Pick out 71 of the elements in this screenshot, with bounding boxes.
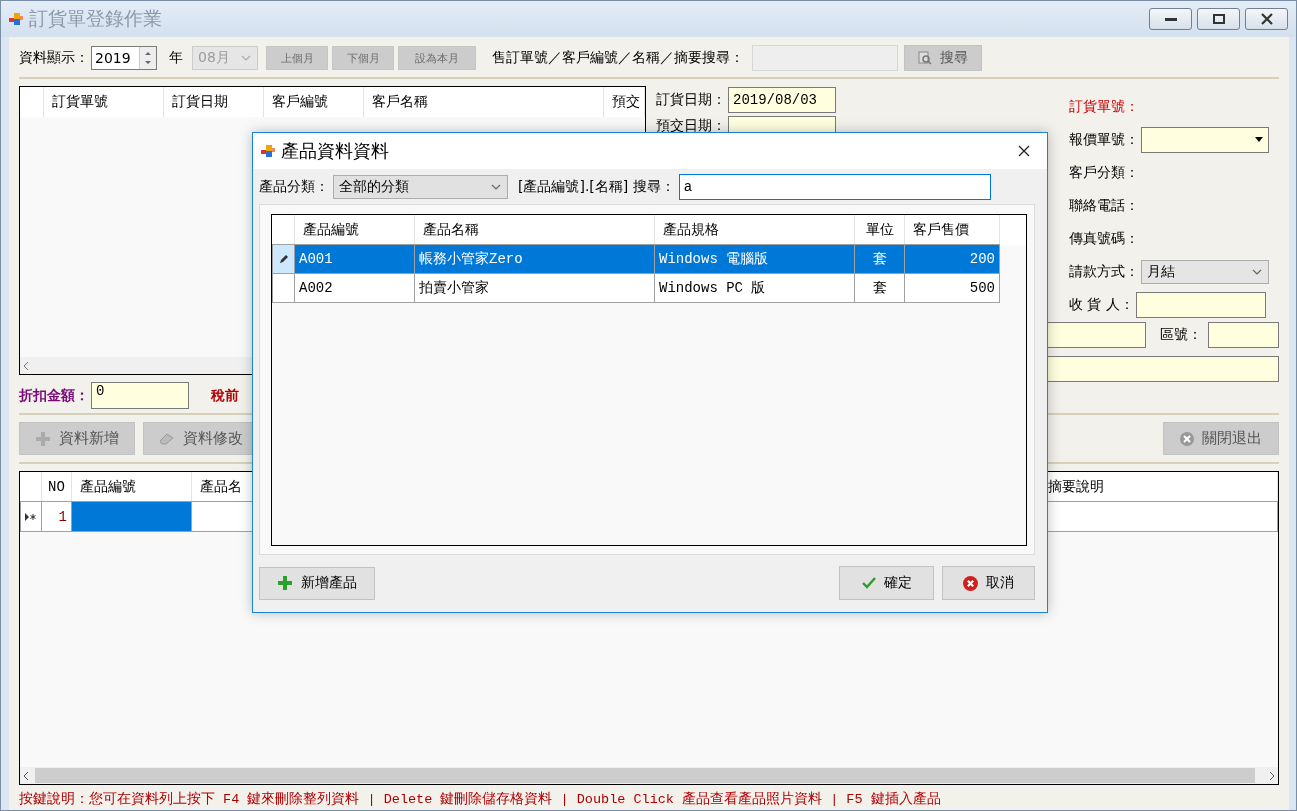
chevron-down-icon <box>1252 268 1262 275</box>
search-icon <box>918 51 932 65</box>
app-icon <box>261 144 275 158</box>
plus-icon <box>277 575 293 591</box>
cancel-button[interactable]: 取消 <box>942 566 1035 600</box>
table-cell[interactable] <box>72 501 192 532</box>
pencil-icon <box>278 254 289 264</box>
close-icon <box>1018 145 1030 157</box>
display-label: 資料顯示： <box>19 49 89 67</box>
cancel-icon <box>963 575 978 591</box>
dropdown-icon <box>1255 137 1263 142</box>
table-cell[interactable]: 套 <box>855 244 905 274</box>
field-label: 報價單號： <box>1069 130 1139 149</box>
scroll-left-icon <box>23 361 29 370</box>
field-label: 請款方式： <box>1069 262 1139 281</box>
eraser-icon <box>159 432 175 445</box>
search-field[interactable]: a <box>678 174 991 200</box>
receiver-field[interactable] <box>1135 291 1266 318</box>
table-cell[interactable]: A002 <box>295 273 415 303</box>
maximize-icon <box>1212 14 1225 24</box>
window-title: 訂貨單登錄作業 <box>29 6 162 31</box>
add-product-button[interactable]: 新增產品 <box>259 566 375 600</box>
field-label: 訂貨日期： <box>656 90 726 109</box>
field-label: 客戶分類： <box>1069 163 1139 182</box>
status-text: 按鍵說明：您可在資料列上按下 F4 鍵來刪除整列資料 | Delete 鍵刪除儲存格資料 | Double Click 產品查看產品照片資料 | F5 鍵插入產品 <box>19 790 942 809</box>
field-label: 收 貨 人： <box>1069 295 1134 314</box>
pretax-label: 稅前 <box>211 386 239 405</box>
zip-field[interactable] <box>1208 322 1279 348</box>
new-row-icon <box>25 512 37 521</box>
search-label: [產品編號].[名稱] 搜尋： <box>518 178 675 196</box>
field-label: 訂貨單號： <box>1069 97 1139 116</box>
chevron-down-icon <box>241 55 251 61</box>
discount-field[interactable]: 0 <box>91 382 189 409</box>
scrollbar-thumb[interactable] <box>35 768 1255 783</box>
plus-icon <box>35 430 51 447</box>
table-cell[interactable]: 500 <box>905 273 1000 303</box>
discount-label: 折扣金額： <box>19 386 89 405</box>
year-spinner[interactable]: 2019 <box>91 46 157 70</box>
zip-label: 區號： <box>1160 326 1202 344</box>
dialog-title: 產品資料資料 <box>281 139 389 163</box>
scroll-right-icon <box>1269 771 1275 780</box>
table-cell[interactable]: 套 <box>855 273 905 303</box>
scroll-left-icon <box>23 771 29 780</box>
table-cell[interactable]: 帳務小管家Zero <box>415 244 655 274</box>
ok-button[interactable]: 確定 <box>839 566 934 600</box>
quote-combo[interactable] <box>1141 126 1269 153</box>
close-button[interactable] <box>1245 8 1288 30</box>
table-cell[interactable]: 200 <box>905 244 1000 274</box>
table-cell[interactable]: Windows PC 版 <box>655 273 855 303</box>
close-circle-icon <box>1180 431 1194 446</box>
field-label: 預交日期： <box>656 117 726 135</box>
row-header[interactable] <box>272 244 295 274</box>
year-label: 年 <box>169 49 183 67</box>
minimize-icon <box>1164 17 1177 21</box>
chevron-down-icon <box>491 184 501 190</box>
table-cell: 1 <box>42 501 72 532</box>
check-icon <box>861 577 876 589</box>
table-cell[interactable]: 拍賣小管家 <box>415 273 655 303</box>
search-label: 售訂單號／客戶編號／名稱／摘要搜尋： <box>492 49 744 67</box>
field-label: 聯絡電話： <box>1069 196 1139 215</box>
field-label: 傳真號碼： <box>1069 229 1139 248</box>
maximize-button[interactable] <box>1197 8 1240 30</box>
table-cell[interactable]: A001 <box>295 244 415 274</box>
category-select[interactable]: 全部的分類 <box>333 175 508 199</box>
minimize-button[interactable] <box>1149 8 1192 30</box>
date-field[interactable]: 2019/08/03 <box>728 86 836 113</box>
app-icon <box>9 12 23 26</box>
payment-select[interactable]: 月結 <box>1141 259 1269 284</box>
close-icon <box>1260 13 1273 25</box>
category-label: 產品分類： <box>259 178 329 196</box>
table-cell[interactable]: Windows 電腦版 <box>655 244 855 274</box>
